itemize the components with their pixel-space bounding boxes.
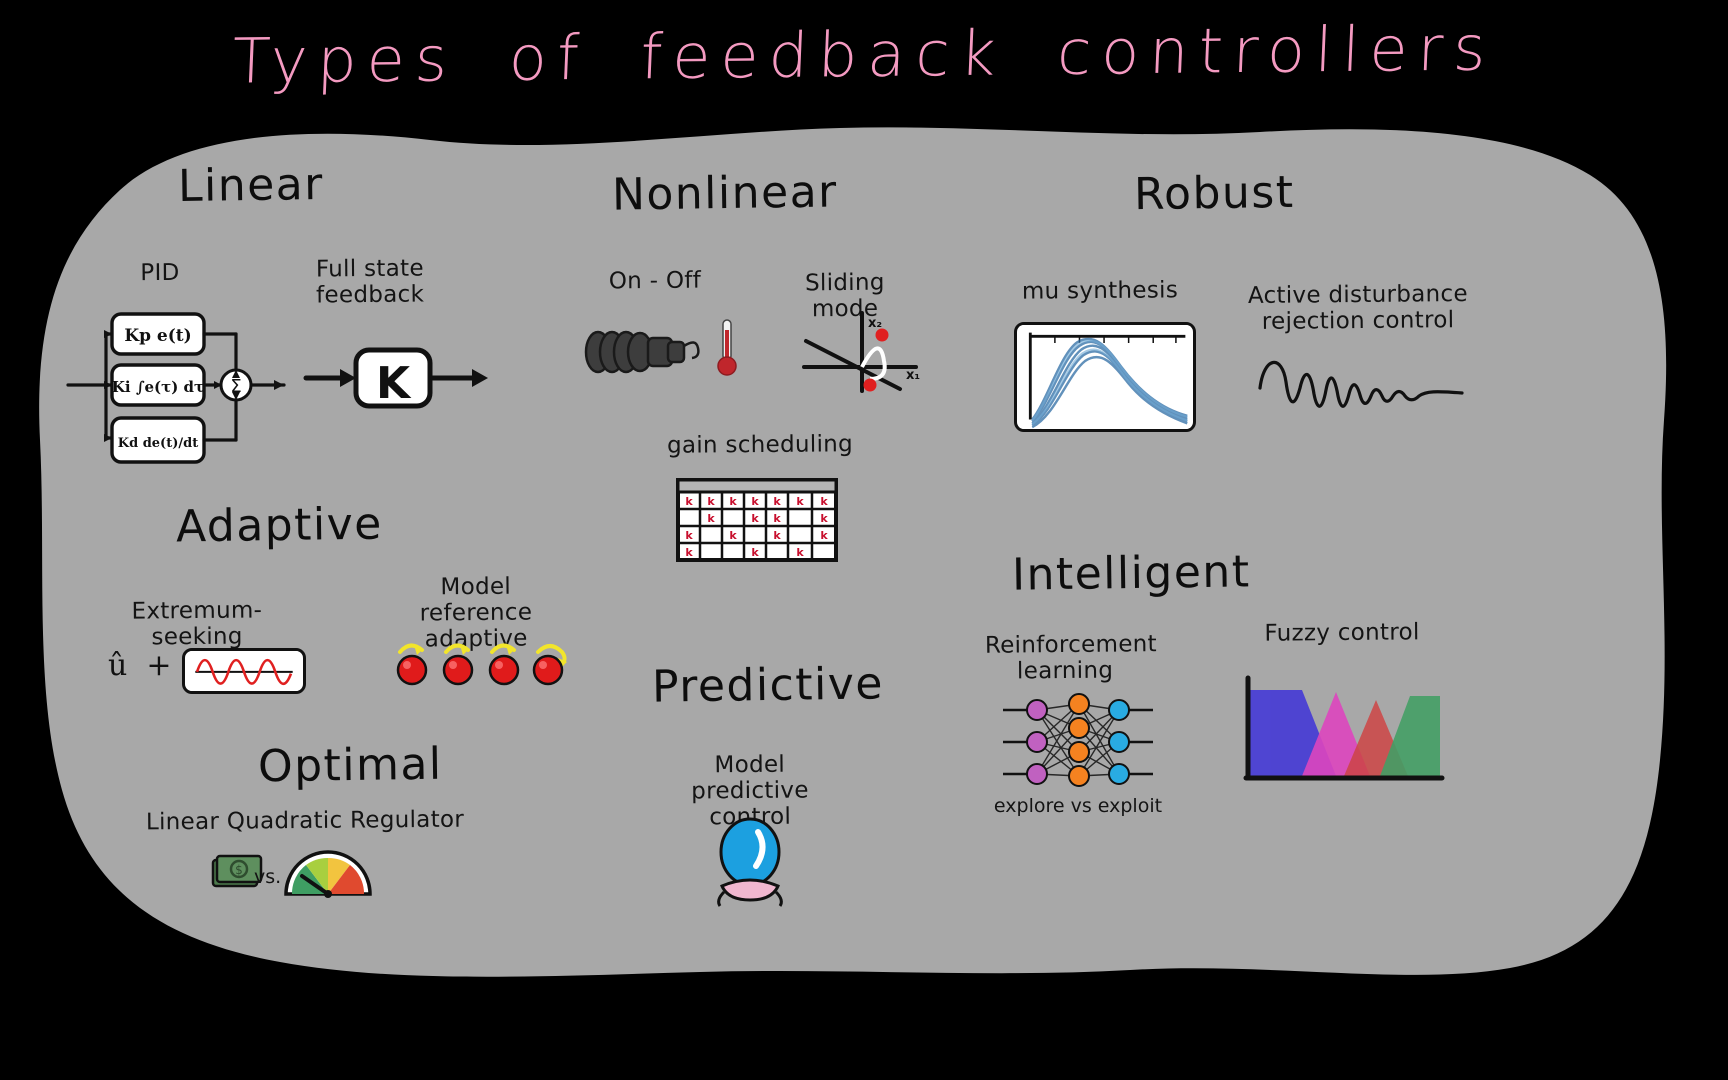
item-extremum-seeking-label: Extremum-seeking [131,597,263,651]
category-robust: Robust [1133,166,1295,221]
gain-schedule-cell: k [751,546,759,559]
gain-schedule-cell: k [773,495,781,508]
gain-schedule-cell: k [707,512,715,525]
pid-sum-symbol: Σ [230,376,241,397]
item-gain-scheduling-label: gain scheduling [666,431,854,459]
category-adaptive: Adaptive [175,498,384,553]
item-on-off-label: On - Off [608,267,702,295]
sliding-axis-x-label: x₁ [906,368,920,383]
item-reinforcement-learning-label: Reinforcement learning [984,631,1158,685]
gain-schedule-cell: k [773,529,781,542]
neural-network-icon [1003,693,1153,787]
category-intelligent: Intelligent [1011,546,1251,601]
gain-schedule-cell: k [685,495,693,508]
svg-text:$: $ [235,863,243,877]
pid-block-d: Kd de(t)/dt [118,436,198,451]
mra-rolling-balls [396,643,567,686]
gauge-icon [284,850,372,898]
gain-schedule-cell: k [685,546,693,559]
gain-schedule-cell: k [729,529,737,542]
category-nonlinear: Nonlinear [611,166,839,221]
thermometer-icon [717,319,737,376]
gain-k-label: K [376,358,412,409]
sliding-axis-y-label: x₂ [868,316,882,331]
extremum-u-hat-symbol: û + [108,648,172,683]
item-full-state-feedback-label: Full state feedback [315,255,425,309]
gain-schedule-cell: k [751,512,759,525]
sliding-mode-diagram: x₂ x₁ [802,311,920,393]
item-lqr-label: Linear Quadratic Regulator [145,806,465,836]
item-mu-synthesis-label: mu synthesis [1021,277,1179,305]
item-fuzzy-control-label: Fuzzy control [1264,619,1420,647]
item-adrc-label: Active disturbance rejection control [1247,281,1468,336]
gain-schedule-cell: k [820,495,828,508]
adrc-wave [1258,360,1464,408]
infographic-canvas: Types of feedback controllers Linear PID [0,0,1728,1080]
category-linear: Linear [177,158,325,213]
gain-schedule-cell: k [751,495,759,508]
gain-schedule-cell: k [773,512,781,525]
gain-schedule-cell: k [820,512,828,525]
item-pid-label: PID [140,259,180,287]
category-optimal: Optimal [257,738,443,793]
extremum-seeking-plot [182,648,306,694]
gain-schedule-cell: k [685,529,693,542]
gain-schedule-table: k k k k k k kk k k kk k k kk k k [676,478,838,562]
pid-block-p: Kp e(t) [124,326,191,346]
category-predictive: Predictive [651,658,885,713]
gain-schedule-cell: k [796,546,804,559]
gain-schedule-cell: k [820,529,828,542]
gain-schedule-cell: k [707,495,715,508]
fuzzy-membership-plot [1243,675,1445,781]
gain-schedule-cell: k [729,495,737,508]
crystal-ball-icon [717,817,783,907]
gain-schedule-cell: k [796,495,804,508]
pid-block-i: Ki ∫e(τ) dτ [112,378,204,396]
item-explore-vs-exploit-label: explore vs exploit [993,795,1163,817]
mu-synthesis-plot [1014,322,1196,432]
lqr-vs-label: vs. [254,866,282,888]
full-state-feedback-diagram: K [303,347,488,409]
